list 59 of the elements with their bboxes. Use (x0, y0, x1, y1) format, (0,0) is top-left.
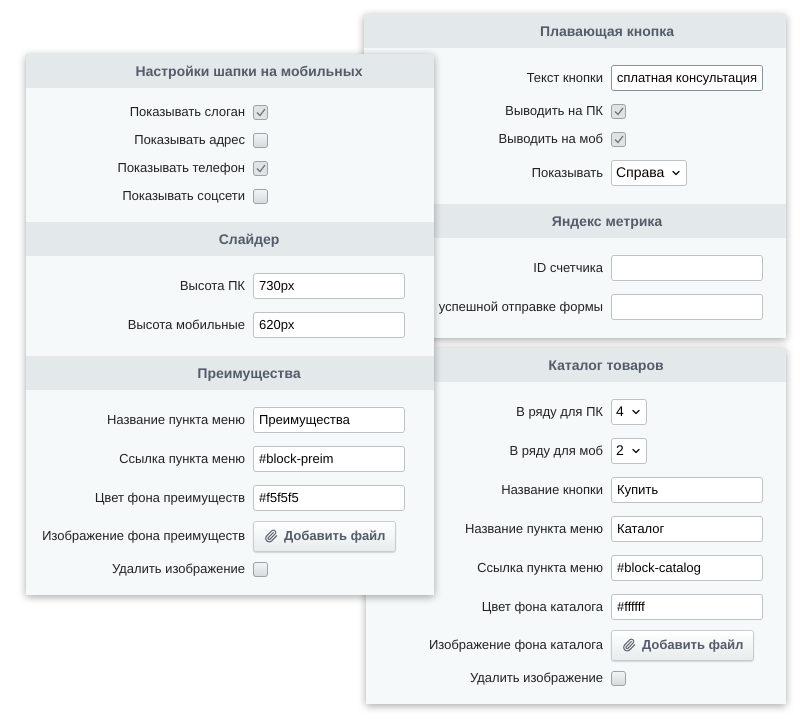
section-header: Преимущества (26, 356, 434, 390)
add-file-button[interactable]: Добавить файл (611, 630, 754, 660)
input-field[interactable]: 730px (253, 272, 405, 298)
input-field[interactable] (611, 294, 763, 320)
checkbox[interactable] (253, 188, 268, 204)
check-icon (614, 106, 624, 116)
field-label: Удалить изображение (110, 560, 245, 578)
input-field[interactable]: #f5f5f5 (253, 484, 405, 510)
field-label: Цвет фона преимуществ (94, 488, 245, 507)
input-field[interactable]: 620px (253, 312, 405, 338)
dropdown[interactable]: Справа (611, 160, 688, 186)
checkbox[interactable] (253, 562, 268, 576)
field-label: Изображение фона преимуществ (41, 527, 245, 546)
checkbox[interactable] (253, 104, 268, 120)
check-icon (256, 108, 266, 116)
field-label: Цвет фона каталога (480, 598, 603, 616)
section-header: Настройки шапки на мобильных (26, 54, 434, 88)
checkbox[interactable] (253, 160, 268, 176)
section-header: Плавающая кнопка (364, 14, 786, 48)
input-field[interactable]: Преимущества (253, 406, 405, 432)
input-field[interactable]: Каталог (611, 516, 763, 542)
field-label: Показывать (530, 164, 603, 182)
paperclip-icon (622, 638, 636, 652)
checkbox[interactable] (611, 104, 626, 118)
input-field[interactable]: Купить (611, 476, 763, 502)
field-label: Ссылка пункта меню (118, 450, 245, 468)
check-icon (614, 134, 624, 144)
field-label: Показывать телефон (116, 159, 245, 178)
field-label: Изображение фона каталога (428, 636, 603, 654)
field-label: Выводить на моб (497, 130, 603, 148)
field-label: В ряду для моб (508, 442, 603, 460)
field-label: Показывать слоган (128, 103, 245, 122)
field-label: В ряду для ПК (515, 402, 603, 421)
field-label: успешной отправке формы (438, 298, 603, 316)
field-label: Текст кнопки (526, 68, 603, 87)
input-field[interactable]: #ffffff (611, 594, 763, 620)
checkbox[interactable] (253, 132, 268, 148)
field-label: Название кнопки (500, 480, 603, 499)
input-field[interactable]: #block-catalog (611, 554, 763, 580)
input-field[interactable] (611, 254, 763, 280)
checkbox[interactable] (611, 670, 626, 686)
paperclip-icon (264, 529, 278, 543)
field-label: Высота ПК (178, 276, 245, 295)
field-label: Удалить изображение (468, 669, 603, 688)
dropdown[interactable]: 4 (611, 398, 647, 424)
field-label: Ссылка пункта меню (476, 558, 603, 577)
check-icon (256, 164, 266, 172)
section-header: Слайдер (26, 222, 434, 256)
field-label: ID счетчика (532, 258, 603, 277)
field-label: Выводить на ПК (504, 102, 603, 120)
field-label: Название пункта меню (106, 410, 245, 429)
checkbox[interactable] (611, 132, 626, 146)
input-field[interactable]: сплатная консультация (611, 64, 763, 90)
field-label: Показывать адрес (133, 131, 245, 150)
input-field[interactable]: #block-preim (253, 446, 405, 472)
field-label: Высота мобильные (126, 316, 245, 334)
dropdown[interactable]: 2 (611, 438, 647, 464)
field-label: Показывать соцсети (121, 187, 245, 206)
add-file-button[interactable]: Добавить файл (253, 520, 396, 552)
